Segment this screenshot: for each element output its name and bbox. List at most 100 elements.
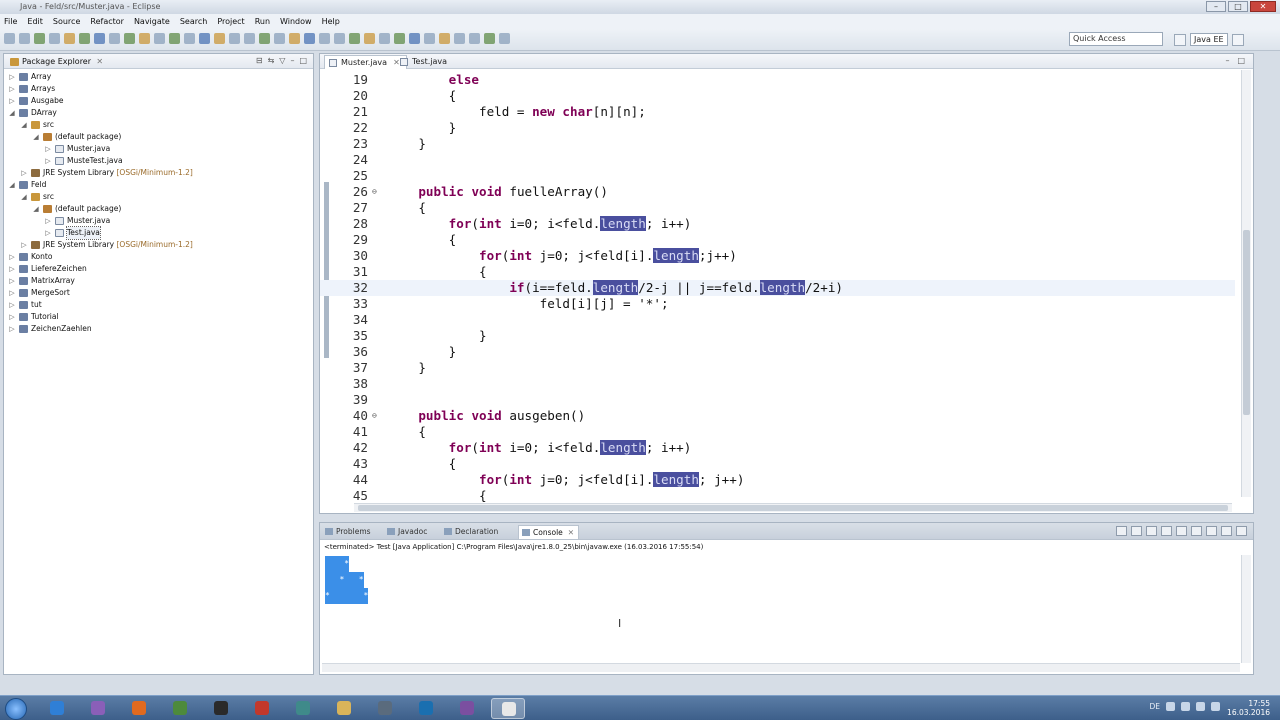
expand-toggle-icon[interactable]: ▷ (8, 287, 16, 299)
minimize-view-icon[interactable]: – (290, 56, 294, 65)
tree-item[interactable]: ◢ DArray (4, 107, 313, 119)
menu-item-navigate[interactable]: Navigate (134, 17, 170, 26)
code-area[interactable]: 19 else 20 {21 feld = new char[n][n]; 22 }… (320, 70, 1235, 503)
minimize-view-icon[interactable] (1221, 526, 1232, 536)
toolbar-action-icon[interactable] (184, 33, 195, 44)
taskbar-app[interactable] (204, 698, 238, 719)
tree-item[interactable]: ▷ Arrays (4, 83, 313, 95)
toolbar-action-icon[interactable] (4, 33, 15, 44)
tree-item[interactable]: ▷ Array (4, 71, 313, 83)
menu-item-window[interactable]: Window (280, 17, 312, 26)
tree-item[interactable]: ▷ Tutorial (4, 311, 313, 323)
tree-item[interactable]: ◢ src (4, 191, 313, 203)
expand-toggle-icon[interactable]: ◢ (20, 119, 28, 131)
toolbar-action-icon[interactable] (154, 33, 165, 44)
taskbar-app[interactable] (368, 698, 402, 719)
expand-toggle-icon[interactable]: ◢ (32, 131, 40, 143)
toolbar-action-icon[interactable] (409, 33, 420, 44)
network-icon[interactable] (1181, 702, 1190, 711)
toolbar-action-icon[interactable] (499, 33, 510, 44)
editor-vertical-scrollbar[interactable] (1241, 70, 1251, 497)
toolbar-action-icon[interactable] (199, 33, 210, 44)
open-console-icon[interactable] (1206, 526, 1217, 536)
tab-console[interactable]: Console ✕ (518, 525, 580, 539)
menu-item-file[interactable]: File (4, 17, 17, 26)
tree-item[interactable]: ◢ (default package) (4, 203, 313, 215)
expand-toggle-icon[interactable]: ▷ (8, 71, 16, 83)
tree-item[interactable]: ▷ Test.java (4, 226, 313, 240)
volume-icon[interactable] (1196, 702, 1205, 711)
expand-toggle-icon[interactable]: ▷ (8, 311, 16, 323)
display-console-icon[interactable] (1191, 526, 1202, 536)
tab-declaration[interactable]: Declaration (441, 525, 502, 539)
expand-toggle-icon[interactable]: ▷ (8, 275, 16, 287)
expand-toggle-icon[interactable]: ▷ (20, 239, 28, 251)
taskbar-app[interactable] (450, 698, 484, 719)
toolbar-action-icon[interactable] (274, 33, 285, 44)
menu-item-edit[interactable]: Edit (27, 17, 43, 26)
language-indicator[interactable]: DE (1149, 702, 1160, 711)
expand-toggle-icon[interactable]: ▷ (8, 251, 16, 263)
expand-toggle-icon[interactable]: ▷ (20, 167, 28, 179)
tree-item[interactable]: ▷ JRE System Library [OSGi/Minimum-1.2] (4, 239, 313, 251)
battery-icon[interactable] (1211, 702, 1220, 711)
clock[interactable]: 17:55 16.03.2016 (1227, 699, 1270, 717)
tree-item[interactable]: ▷ Ausgabe (4, 95, 313, 107)
java-perspective-icon[interactable] (1231, 33, 1244, 46)
toolbar-action-icon[interactable] (244, 33, 255, 44)
expand-toggle-icon[interactable]: ▷ (8, 299, 16, 311)
expand-toggle-icon[interactable]: ◢ (8, 107, 16, 119)
tray-icon[interactable] (1166, 702, 1175, 711)
expand-toggle-icon[interactable]: ▷ (44, 143, 52, 155)
console-vertical-scrollbar[interactable] (1241, 555, 1251, 663)
toolbar-action-icon[interactable] (304, 33, 315, 44)
scroll-thumb[interactable] (1243, 230, 1250, 415)
scroll-lock-icon[interactable] (1161, 526, 1172, 536)
toolbar-action-icon[interactable] (289, 33, 300, 44)
toolbar-action-icon[interactable] (214, 33, 225, 44)
link-editor-icon[interactable]: ⇆ (268, 56, 275, 65)
menu-item-project[interactable]: Project (217, 17, 244, 26)
expand-toggle-icon[interactable]: ▷ (8, 95, 16, 107)
taskbar-app[interactable] (81, 698, 115, 719)
expand-toggle-icon[interactable]: ◢ (8, 179, 16, 191)
tree-item[interactable]: ▷ MusteTest.java (4, 155, 313, 167)
toolbar-action-icon[interactable] (49, 33, 60, 44)
tree-item[interactable]: ▷ MergeSort (4, 287, 313, 299)
toolbar-action-icon[interactable] (19, 33, 30, 44)
maximize-view-icon[interactable] (1236, 526, 1247, 536)
taskbar-app[interactable] (327, 698, 361, 719)
perspective-java-ee[interactable]: Java EE (1190, 33, 1228, 46)
editor-tab[interactable]: Test.java (396, 55, 453, 69)
tree-item[interactable]: ▷ tut (4, 299, 313, 311)
clear-console-icon[interactable] (1146, 526, 1157, 536)
toolbar-action-icon[interactable] (139, 33, 150, 44)
close-button[interactable]: ✕ (1250, 1, 1276, 12)
start-button[interactable] (5, 698, 27, 720)
toolbar-action-icon[interactable] (394, 33, 405, 44)
close-tab-icon[interactable]: ✕ (568, 528, 574, 537)
toolbar-action-icon[interactable] (169, 33, 180, 44)
toolbar-action-icon[interactable] (364, 33, 375, 44)
minimize-button[interactable]: – (1206, 1, 1226, 12)
open-perspective-icon[interactable] (1174, 33, 1186, 46)
taskbar-app[interactable] (163, 698, 197, 719)
editor-horizontal-scrollbar[interactable] (354, 503, 1232, 512)
package-explorer-tab[interactable]: Package Explorer ✕ (8, 56, 105, 68)
toolbar-action-icon[interactable] (79, 33, 90, 44)
tree-item[interactable]: ▷ JRE System Library [OSGi/Minimum-1.2] (4, 167, 313, 179)
toolbar-action-icon[interactable] (319, 33, 330, 44)
pin-console-icon[interactable] (1176, 526, 1187, 536)
tab-javadoc[interactable]: Javadoc (384, 525, 431, 539)
collapse-all-icon[interactable]: ⊟ (256, 56, 263, 65)
view-menu-icon[interactable]: ▽ (279, 56, 285, 65)
maximize-button[interactable]: □ (1228, 1, 1248, 12)
expand-toggle-icon[interactable]: ◢ (20, 191, 28, 203)
taskbar-app[interactable] (409, 698, 443, 719)
taskbar-app[interactable] (491, 698, 525, 719)
toolbar-action-icon[interactable] (439, 33, 450, 44)
toolbar-action-icon[interactable] (424, 33, 435, 44)
tree-item[interactable]: ▷ Muster.java (4, 143, 313, 155)
menu-item-search[interactable]: Search (180, 17, 207, 26)
toolbar-action-icon[interactable] (94, 33, 105, 44)
